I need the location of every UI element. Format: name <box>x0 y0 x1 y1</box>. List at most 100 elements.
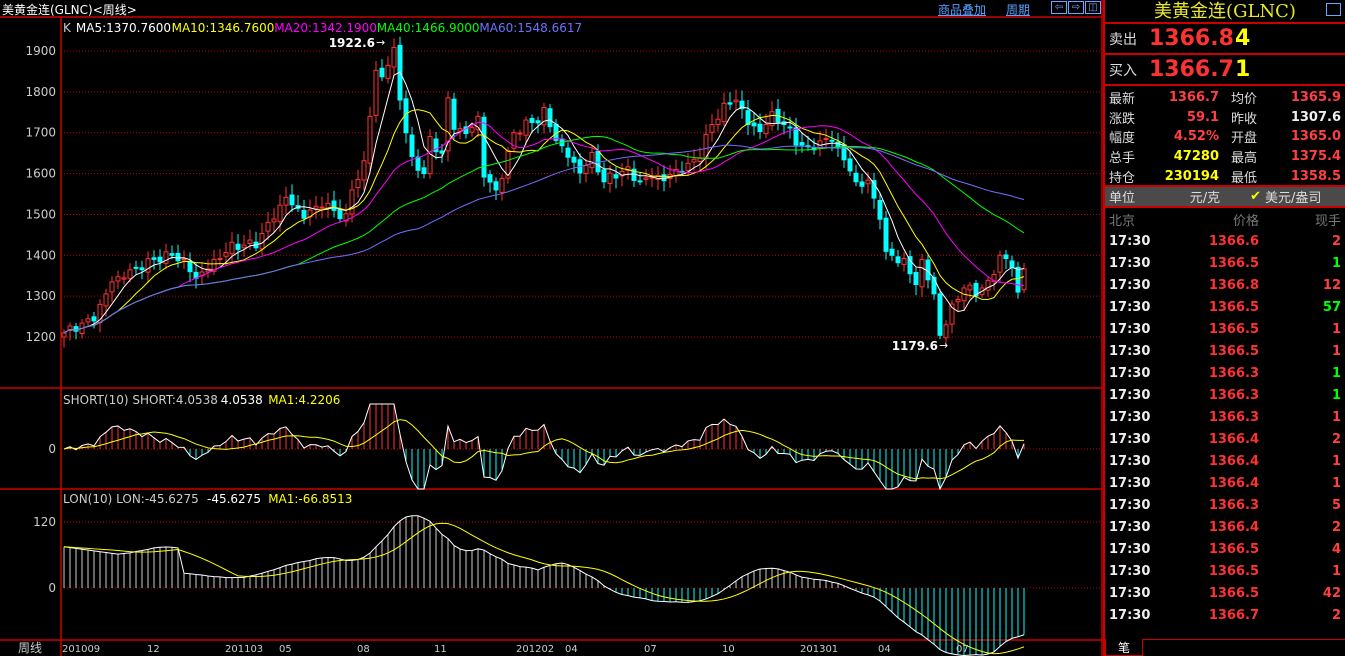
candle-body <box>391 46 397 68</box>
trade-price: 1366.5 <box>1208 585 1259 601</box>
trade-price: 1366.6 <box>1208 233 1259 249</box>
kline-chart[interactable]: 19001800170016001500140013001200K MA5:137… <box>0 0 1103 656</box>
lon-tick-label: 0 <box>48 581 56 595</box>
stat-value: 1365.0 <box>1290 129 1341 145</box>
stat-label: 均价 <box>1231 92 1258 108</box>
candle-body <box>715 118 721 125</box>
candle <box>307 199 313 226</box>
candle-body <box>493 181 499 191</box>
price-tick-label: 1800 <box>25 85 56 99</box>
stat-label: 最新 <box>1109 92 1136 108</box>
candle <box>913 266 919 296</box>
candle <box>637 172 643 186</box>
candle <box>895 250 901 267</box>
stat-label: 涨跌 <box>1109 111 1136 127</box>
candle-body <box>523 119 529 136</box>
candle-body <box>565 147 571 158</box>
candle <box>415 149 421 178</box>
candle-body <box>283 196 289 206</box>
trade-volume: 5 <box>1331 497 1341 513</box>
trade-volume: 1 <box>1331 321 1341 337</box>
candle <box>577 153 583 184</box>
candle <box>541 102 547 134</box>
candle-body <box>901 258 907 265</box>
candle-body <box>799 142 805 146</box>
x-tick-label: 201009 <box>62 644 100 655</box>
trade-time: 17:30 <box>1109 475 1151 491</box>
candle <box>715 108 721 132</box>
candle <box>871 172 877 209</box>
candle-body <box>931 276 937 295</box>
candle-body <box>385 64 391 79</box>
candles <box>61 36 1027 348</box>
stat-value: 47280 <box>1173 149 1219 165</box>
stat-value: 1307.6 <box>1290 109 1341 125</box>
period-link[interactable]: 周期 <box>1006 1 1030 18</box>
candle <box>445 91 451 162</box>
candle-body <box>175 252 181 262</box>
candle <box>361 151 367 191</box>
trade-row: 17:30 1366.5 4 <box>1105 538 1345 560</box>
candle <box>421 160 427 179</box>
overlay-link[interactable]: 商品叠加 <box>938 1 986 18</box>
candle <box>487 170 493 193</box>
trade-row: 17:30 1366.8 12 <box>1105 274 1345 296</box>
candle-body <box>247 239 253 244</box>
candle <box>253 231 259 252</box>
x-tick-label: 201202 <box>516 644 554 655</box>
trade-volume: 1 <box>1331 453 1341 469</box>
arrow-right-icon[interactable]: ⇨ <box>1068 1 1084 14</box>
trade-row: 17:30 1366.5 1 <box>1105 340 1345 362</box>
trade-volume: 4 <box>1331 541 1341 557</box>
unit-option-usd-oz[interactable]: 美元/盎司 <box>1265 187 1321 206</box>
ma40-line <box>63 135 1025 334</box>
candle-body <box>133 266 139 269</box>
trade-row: 17:30 1366.7 2 <box>1105 604 1345 626</box>
candle-body <box>277 204 283 222</box>
trade-list: 17:30 1366.6 2 17:30 1366.5 1 17:30 1366.8 12 17:… <box>1105 230 1345 626</box>
candle <box>955 295 961 313</box>
candle-body <box>415 156 421 171</box>
candle-body <box>355 179 361 188</box>
candle-body <box>733 99 739 103</box>
split-panel-icon[interactable]: ◫ <box>1085 1 1101 14</box>
candle <box>613 166 619 189</box>
sell-volume: 4 <box>1235 26 1251 51</box>
price-tick-label: 1300 <box>25 289 56 303</box>
candle-body <box>685 162 691 171</box>
candle-body <box>151 257 157 260</box>
candle <box>775 99 781 131</box>
candle <box>703 124 709 170</box>
trade-price: 1366.5 <box>1208 343 1259 359</box>
legend-item: MA60:1548.6617 <box>479 21 582 35</box>
trade-volume: 1 <box>1331 343 1341 359</box>
candle <box>919 253 925 298</box>
tab-trades[interactable]: 笔 <box>1105 639 1143 656</box>
trade-time: 17:30 <box>1109 343 1151 359</box>
trade-price: 1366.4 <box>1208 453 1259 469</box>
trade-volume: 1 <box>1331 255 1341 271</box>
price-tick-label: 1500 <box>25 207 56 221</box>
stat-value: 1375.4 <box>1290 149 1341 165</box>
legend-item: LON(10) LON:-45.6275 <box>63 492 199 506</box>
candle-body <box>547 108 553 128</box>
candle <box>379 59 385 82</box>
candle <box>841 135 847 168</box>
candle-body <box>331 200 337 211</box>
candle <box>355 169 361 198</box>
legend-item: MA20:1342.1900 <box>274 21 377 35</box>
candle-body <box>265 221 271 232</box>
candle <box>451 92 457 140</box>
candle-body <box>613 174 619 179</box>
candle <box>397 36 403 111</box>
candle <box>373 60 379 123</box>
trade-row: 17:30 1366.4 1 <box>1105 450 1345 472</box>
arrow-left-icon[interactable]: ⇦ <box>1051 1 1067 14</box>
trade-price: 1366.4 <box>1208 475 1259 491</box>
maximize-icon[interactable] <box>1326 3 1341 16</box>
price-tick-label: 1700 <box>25 126 56 140</box>
candle-body <box>847 158 853 172</box>
candle-body <box>787 126 793 129</box>
unit-option-yuan-gram[interactable]: 元/克 <box>1165 187 1245 206</box>
stat-value: 230194 <box>1164 168 1219 184</box>
